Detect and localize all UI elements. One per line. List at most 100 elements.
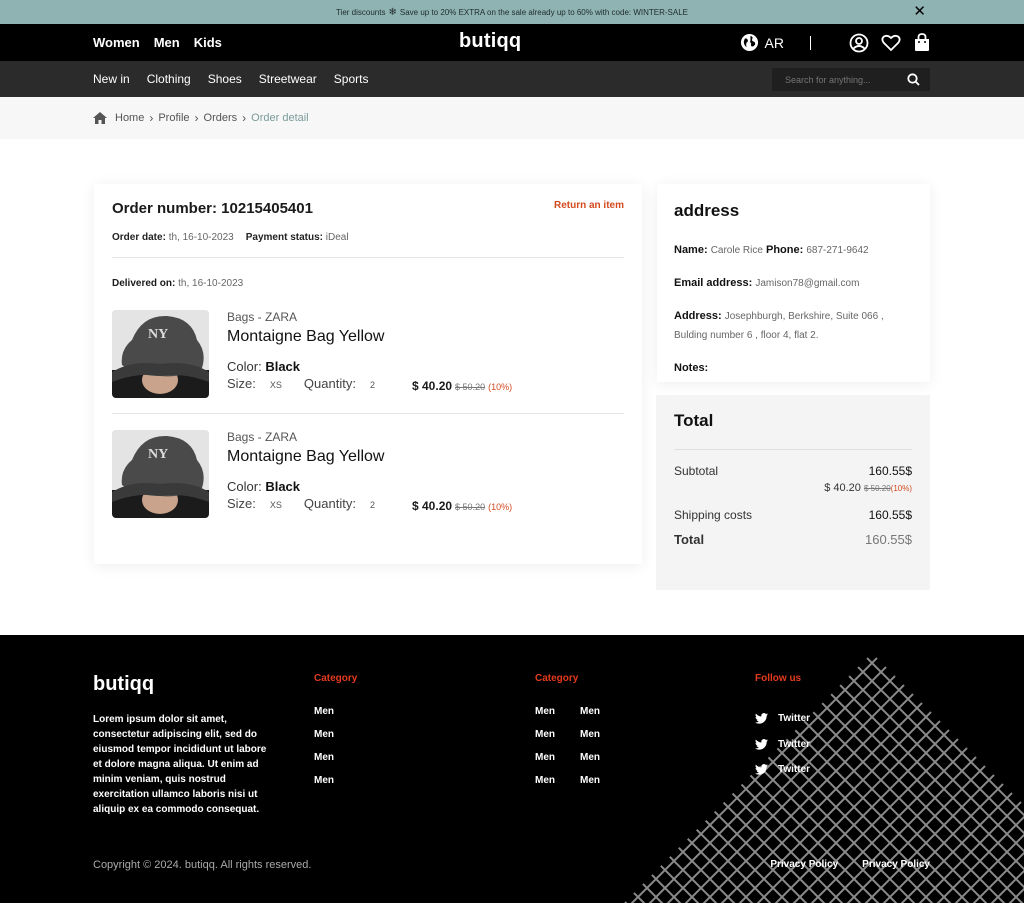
nav-new-in[interactable]: New in <box>93 72 130 86</box>
footer-follow: Follow us Twitter Twitter Twitter <box>755 673 810 783</box>
footer-col-title: Category <box>535 673 579 684</box>
divider <box>112 257 624 258</box>
nav-shoes[interactable]: Shoes <box>208 72 242 86</box>
address-row: Address: Josephburgh, Berkshire, Suite 0… <box>674 307 913 345</box>
footer-link[interactable]: Men <box>535 706 555 729</box>
shopping-bag-icon[interactable] <box>913 33 931 52</box>
name-label: Name: <box>674 244 708 256</box>
breadcrumb-profile[interactable]: Profile <box>158 112 189 124</box>
footer-link[interactable]: Men <box>314 729 357 752</box>
breadcrumb-home[interactable]: Home <box>115 112 144 124</box>
order-date-label: Order date: <box>112 232 166 243</box>
email-label: Email address: <box>674 277 753 289</box>
divider <box>674 449 912 450</box>
footer-link[interactable]: Men <box>580 752 600 775</box>
chevron-right-icon: › <box>149 111 154 125</box>
address-title: address <box>674 201 740 220</box>
main-content: Order number: 10215405401 Return an item… <box>0 139 1024 635</box>
breadcrumb-orders[interactable]: Orders <box>204 112 238 124</box>
footer-link[interactable]: Men <box>314 752 357 775</box>
footer-logo[interactable]: butiqq <box>93 673 154 696</box>
footer-link[interactable]: Men <box>580 706 600 729</box>
address-card: address Name: Carole Rice Phone: 687-271… <box>657 184 930 382</box>
home-icon[interactable] <box>93 112 107 124</box>
product-category: Bags - ZARA <box>227 430 298 444</box>
product-color: Color: Black <box>227 359 384 374</box>
price-value: $ 40.20 <box>412 379 453 393</box>
social-link[interactable]: Twitter <box>755 732 810 758</box>
privacy-policy-link[interactable]: Privacy Policy <box>770 859 838 870</box>
subtotal-label: Subtotal <box>674 464 719 478</box>
twitter-link: Twitter <box>778 713 811 725</box>
product-image[interactable]: NY <box>112 430 209 518</box>
close-icon[interactable]: ✕ <box>913 3 926 21</box>
footer: butiqq Lorem ipsum dolor sit amet, conse… <box>0 635 1024 903</box>
twitter-icon <box>755 738 768 750</box>
order-item: NY Bags - ZARA Montaigne Bag Yellow Colo… <box>112 310 624 413</box>
total-title: Total <box>674 411 714 430</box>
nav-men[interactable]: Men <box>154 35 180 50</box>
privacy-policy-link[interactable]: Privacy Policy <box>862 859 930 870</box>
social-link[interactable]: Twitter <box>755 706 810 732</box>
nav-streetwear[interactable]: Streetwear <box>259 72 317 86</box>
sub-discount: (10%) <box>890 484 912 493</box>
footer-col-title: Category <box>314 673 358 684</box>
nav-women[interactable]: Women <box>93 35 140 50</box>
footer-link[interactable]: Men <box>535 752 555 775</box>
notes-label: Notes: <box>674 362 709 374</box>
wishlist-heart-icon[interactable] <box>881 34 901 52</box>
grand-total-value: 160.55$ <box>865 532 912 547</box>
category-links: New in Clothing Shoes Streetwear Sports <box>93 72 368 86</box>
footer-link[interactable]: Men <box>314 706 357 729</box>
return-item-link[interactable]: Return an item <box>554 200 624 211</box>
twitter-link: Twitter <box>778 764 811 776</box>
footer-link[interactable]: Men <box>580 775 600 798</box>
price-value: $ 40.20 <box>412 499 453 513</box>
site-logo[interactable]: butiqq <box>459 30 521 53</box>
payment-status: iDeal <box>325 232 349 243</box>
product-image[interactable]: NY <box>112 310 209 398</box>
footer-about: Lorem ipsum dolor sit amet, consectetur … <box>93 714 267 815</box>
banner-text-before: Tier discounts <box>335 7 386 17</box>
footer-link[interactable]: Men <box>535 729 555 752</box>
language-selector[interactable]: AR <box>740 33 784 52</box>
footer-link[interactable]: Men <box>535 775 555 798</box>
header-actions: AR <box>740 24 931 61</box>
product-name[interactable]: Montaigne Bag Yellow <box>227 448 384 466</box>
size-value: XS <box>269 380 282 390</box>
banner-text: Save up to 20% EXTRA on the sale already… <box>399 7 689 17</box>
product-price: $ 40.20 $ 50.20 (10%) <box>412 499 512 513</box>
nav-kids[interactable]: Kids <box>194 35 222 50</box>
product-info: Bags - ZARA Montaigne Bag Yellow Color: … <box>227 430 384 511</box>
globe-icon <box>740 33 758 52</box>
chevron-right-icon: › <box>194 111 199 125</box>
social-link[interactable]: Twitter <box>755 757 810 783</box>
delivered-info: Delivered on: th, 16-10-2023 <box>112 278 624 289</box>
old-price: $ 50.20 <box>455 382 486 392</box>
search-box <box>772 68 930 91</box>
category-nav: New in Clothing Shoes Streetwear Sports <box>0 61 1024 97</box>
search-input[interactable] <box>785 74 905 85</box>
notes-row: Notes: <box>674 359 913 377</box>
name-value: Carole Rice <box>710 245 763 256</box>
color-value: Black <box>265 359 301 374</box>
sub-price: $ 40.20 <box>824 482 861 494</box>
copyright: Copyright © 2024. butiqq. All rights res… <box>93 859 312 871</box>
footer-link[interactable]: Men <box>314 775 357 798</box>
footer-link[interactable]: Men <box>580 729 600 752</box>
delivered-date: th, 16-10-2023 <box>178 278 244 289</box>
main-header: Women Men Kids butiqq AR <box>0 24 1024 61</box>
nav-sports[interactable]: Sports <box>334 72 369 86</box>
account-icon[interactable] <box>849 33 869 53</box>
divider <box>112 413 624 414</box>
order-card: Order number: 10215405401 Return an item… <box>94 184 642 564</box>
breadcrumb: Home › Profile › Orders › Order detail <box>0 97 1024 139</box>
search-icon[interactable] <box>907 73 920 91</box>
phone-label: Phone: <box>766 244 804 256</box>
product-name[interactable]: Montaigne Bag Yellow <box>227 328 384 346</box>
language-label: AR <box>764 34 784 51</box>
address-name-row: Name: Carole Rice Phone: 687-271-9642 <box>674 241 913 260</box>
email-value: Jamison78@gmail.com <box>755 278 860 289</box>
nav-clothing[interactable]: Clothing <box>147 72 191 86</box>
shipping-value: 160.55$ <box>868 508 912 522</box>
